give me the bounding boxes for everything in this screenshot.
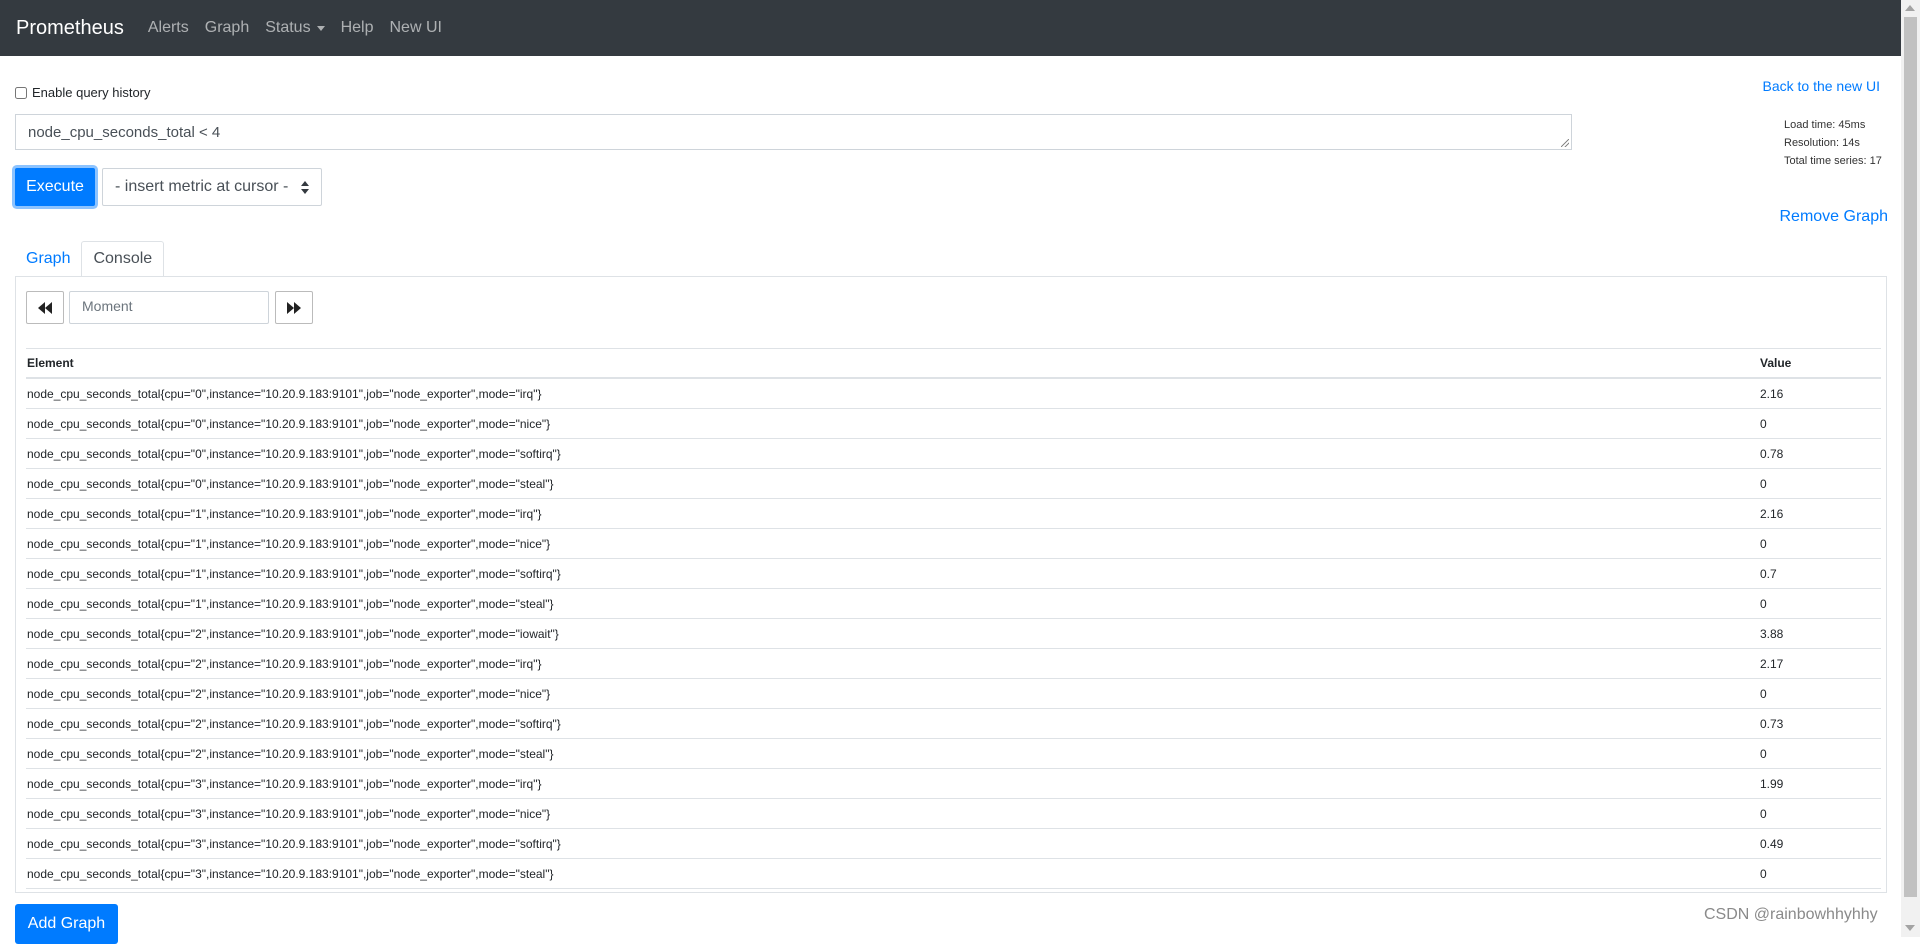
series-element: node_cpu_seconds_total{cpu="1",instance=…: [26, 528, 1759, 559]
watermark: CSDN @rainbowhhyhhy: [1704, 906, 1878, 923]
series-element: node_cpu_seconds_total{cpu="3",instance=…: [26, 858, 1759, 889]
table-row: node_cpu_seconds_total{cpu="0",instance=…: [26, 378, 1881, 409]
forward-icon: [287, 301, 301, 314]
nav-status-dropdown[interactable]: Status: [265, 19, 325, 37]
series-element: node_cpu_seconds_total{cpu="3",instance=…: [26, 828, 1759, 859]
series-element: node_cpu_seconds_total{cpu="3",instance=…: [26, 798, 1759, 829]
series-value: 3.88: [1759, 618, 1881, 649]
table-row: node_cpu_seconds_total{cpu="1",instance=…: [26, 498, 1881, 529]
series-element: node_cpu_seconds_total{cpu="1",instance=…: [26, 558, 1759, 589]
table-row: node_cpu_seconds_total{cpu="0",instance=…: [26, 468, 1881, 499]
brand-link[interactable]: Prometheus: [16, 17, 124, 40]
table-row: node_cpu_seconds_total{cpu="3",instance=…: [26, 798, 1881, 829]
backward-icon: [38, 301, 52, 314]
series-element: node_cpu_seconds_total{cpu="2",instance=…: [26, 738, 1759, 769]
series-element: node_cpu_seconds_total{cpu="0",instance=…: [26, 468, 1759, 499]
table-row: node_cpu_seconds_total{cpu="2",instance=…: [26, 618, 1881, 649]
nav-status-label: Status: [265, 19, 311, 36]
series-value: 2.16: [1759, 378, 1881, 409]
series-element: node_cpu_seconds_total{cpu="2",instance=…: [26, 708, 1759, 739]
table-row: node_cpu_seconds_total{cpu="3",instance=…: [26, 858, 1881, 889]
navbar: Prometheus Alerts Graph Status Help New …: [0, 0, 1901, 56]
series-value: 0: [1759, 798, 1881, 829]
series-element: node_cpu_seconds_total{cpu="2",instance=…: [26, 648, 1759, 679]
series-value: 0: [1759, 738, 1881, 769]
series-value: 0: [1759, 468, 1881, 499]
nav-graph[interactable]: Graph: [205, 19, 249, 37]
series-value: 0.78: [1759, 438, 1881, 469]
nav-new-ui[interactable]: New UI: [389, 19, 441, 37]
column-header-value: Value: [1759, 348, 1881, 379]
series-element: node_cpu_seconds_total{cpu="0",instance=…: [26, 438, 1759, 469]
series-value: 2.16: [1759, 498, 1881, 529]
table-row: node_cpu_seconds_total{cpu="0",instance=…: [26, 408, 1881, 439]
nav-help[interactable]: Help: [341, 19, 374, 37]
view-tabs: Graph Console: [15, 241, 165, 277]
series-element: node_cpu_seconds_total{cpu="2",instance=…: [26, 618, 1759, 649]
add-graph-button[interactable]: Add Graph: [15, 904, 118, 944]
expression-input[interactable]: node_cpu_seconds_total < 4: [15, 114, 1572, 150]
series-element: node_cpu_seconds_total{cpu="2",instance=…: [26, 678, 1759, 709]
query-history-checkbox[interactable]: [15, 86, 27, 99]
expression-text: node_cpu_seconds_total < 4: [28, 124, 221, 141]
series-element: node_cpu_seconds_total{cpu="1",instance=…: [26, 588, 1759, 619]
series-value: 0.49: [1759, 828, 1881, 859]
series-value: 0: [1759, 678, 1881, 709]
results-table: Element Value node_cpu_seconds_total{cpu…: [26, 348, 1881, 889]
caret-down-icon: [316, 25, 325, 31]
remove-graph-link[interactable]: Remove Graph: [1780, 208, 1889, 226]
resolution: Resolution: 14s: [1784, 137, 1860, 149]
execute-button[interactable]: Execute: [15, 168, 95, 206]
table-row: node_cpu_seconds_total{cpu="3",instance=…: [26, 828, 1881, 859]
console-panel: Moment Element Value node_cpu_seconds_to…: [15, 276, 1887, 893]
series-value: 0: [1759, 528, 1881, 559]
query-history-toggle[interactable]: Enable query history: [15, 85, 151, 100]
table-header-row: Element Value: [26, 348, 1881, 379]
scroll-down-arrow-icon[interactable]: [1905, 925, 1915, 931]
series-element: node_cpu_seconds_total{cpu="0",instance=…: [26, 378, 1759, 409]
scroll-up-arrow-icon[interactable]: [1905, 5, 1915, 11]
table-row: node_cpu_seconds_total{cpu="2",instance=…: [26, 708, 1881, 739]
back-to-new-ui-link[interactable]: Back to the new UI: [1762, 78, 1880, 94]
resize-grip-icon[interactable]: [1561, 139, 1569, 147]
table-row: node_cpu_seconds_total{cpu="0",instance=…: [26, 438, 1881, 469]
scroll-thumb[interactable]: [1904, 17, 1917, 897]
tab-console[interactable]: Console: [81, 241, 165, 277]
series-value: 2.17: [1759, 648, 1881, 679]
table-row: node_cpu_seconds_total{cpu="3",instance=…: [26, 768, 1881, 799]
total-time-series: Total time series: 17: [1784, 155, 1882, 167]
series-value: 0: [1759, 408, 1881, 439]
select-arrows-icon: [301, 181, 309, 194]
series-value: 1.99: [1759, 768, 1881, 799]
insert-metric-select[interactable]: - insert metric at cursor -: [102, 168, 322, 206]
series-element: node_cpu_seconds_total{cpu="0",instance=…: [26, 408, 1759, 439]
nav-alerts[interactable]: Alerts: [148, 19, 189, 37]
series-value: 0: [1759, 858, 1881, 889]
series-value: 0.73: [1759, 708, 1881, 739]
table-row: node_cpu_seconds_total{cpu="1",instance=…: [26, 588, 1881, 619]
moment-back-button[interactable]: [26, 291, 64, 324]
load-time: Load time: 45ms: [1784, 119, 1866, 131]
insert-metric-label: - insert metric at cursor -: [115, 178, 289, 195]
series-element: node_cpu_seconds_total{cpu="1",instance=…: [26, 498, 1759, 529]
series-value: 0: [1759, 588, 1881, 619]
table-row: node_cpu_seconds_total{cpu="2",instance=…: [26, 678, 1881, 709]
column-header-element: Element: [26, 348, 1759, 379]
query-history-label: Enable query history: [32, 85, 151, 100]
series-element: node_cpu_seconds_total{cpu="3",instance=…: [26, 768, 1759, 799]
page-scrollbar[interactable]: [1901, 0, 1920, 937]
moment-forward-button[interactable]: [275, 291, 313, 324]
table-row: node_cpu_seconds_total{cpu="1",instance=…: [26, 558, 1881, 589]
table-row: node_cpu_seconds_total{cpu="2",instance=…: [26, 648, 1881, 679]
series-value: 0.7: [1759, 558, 1881, 589]
query-stats: Load time: 45ms Resolution: 14s Total ti…: [1784, 116, 1882, 170]
table-row: node_cpu_seconds_total{cpu="1",instance=…: [26, 528, 1881, 559]
table-row: node_cpu_seconds_total{cpu="2",instance=…: [26, 738, 1881, 769]
moment-input[interactable]: Moment: [69, 291, 269, 324]
tab-graph[interactable]: Graph: [15, 241, 81, 277]
